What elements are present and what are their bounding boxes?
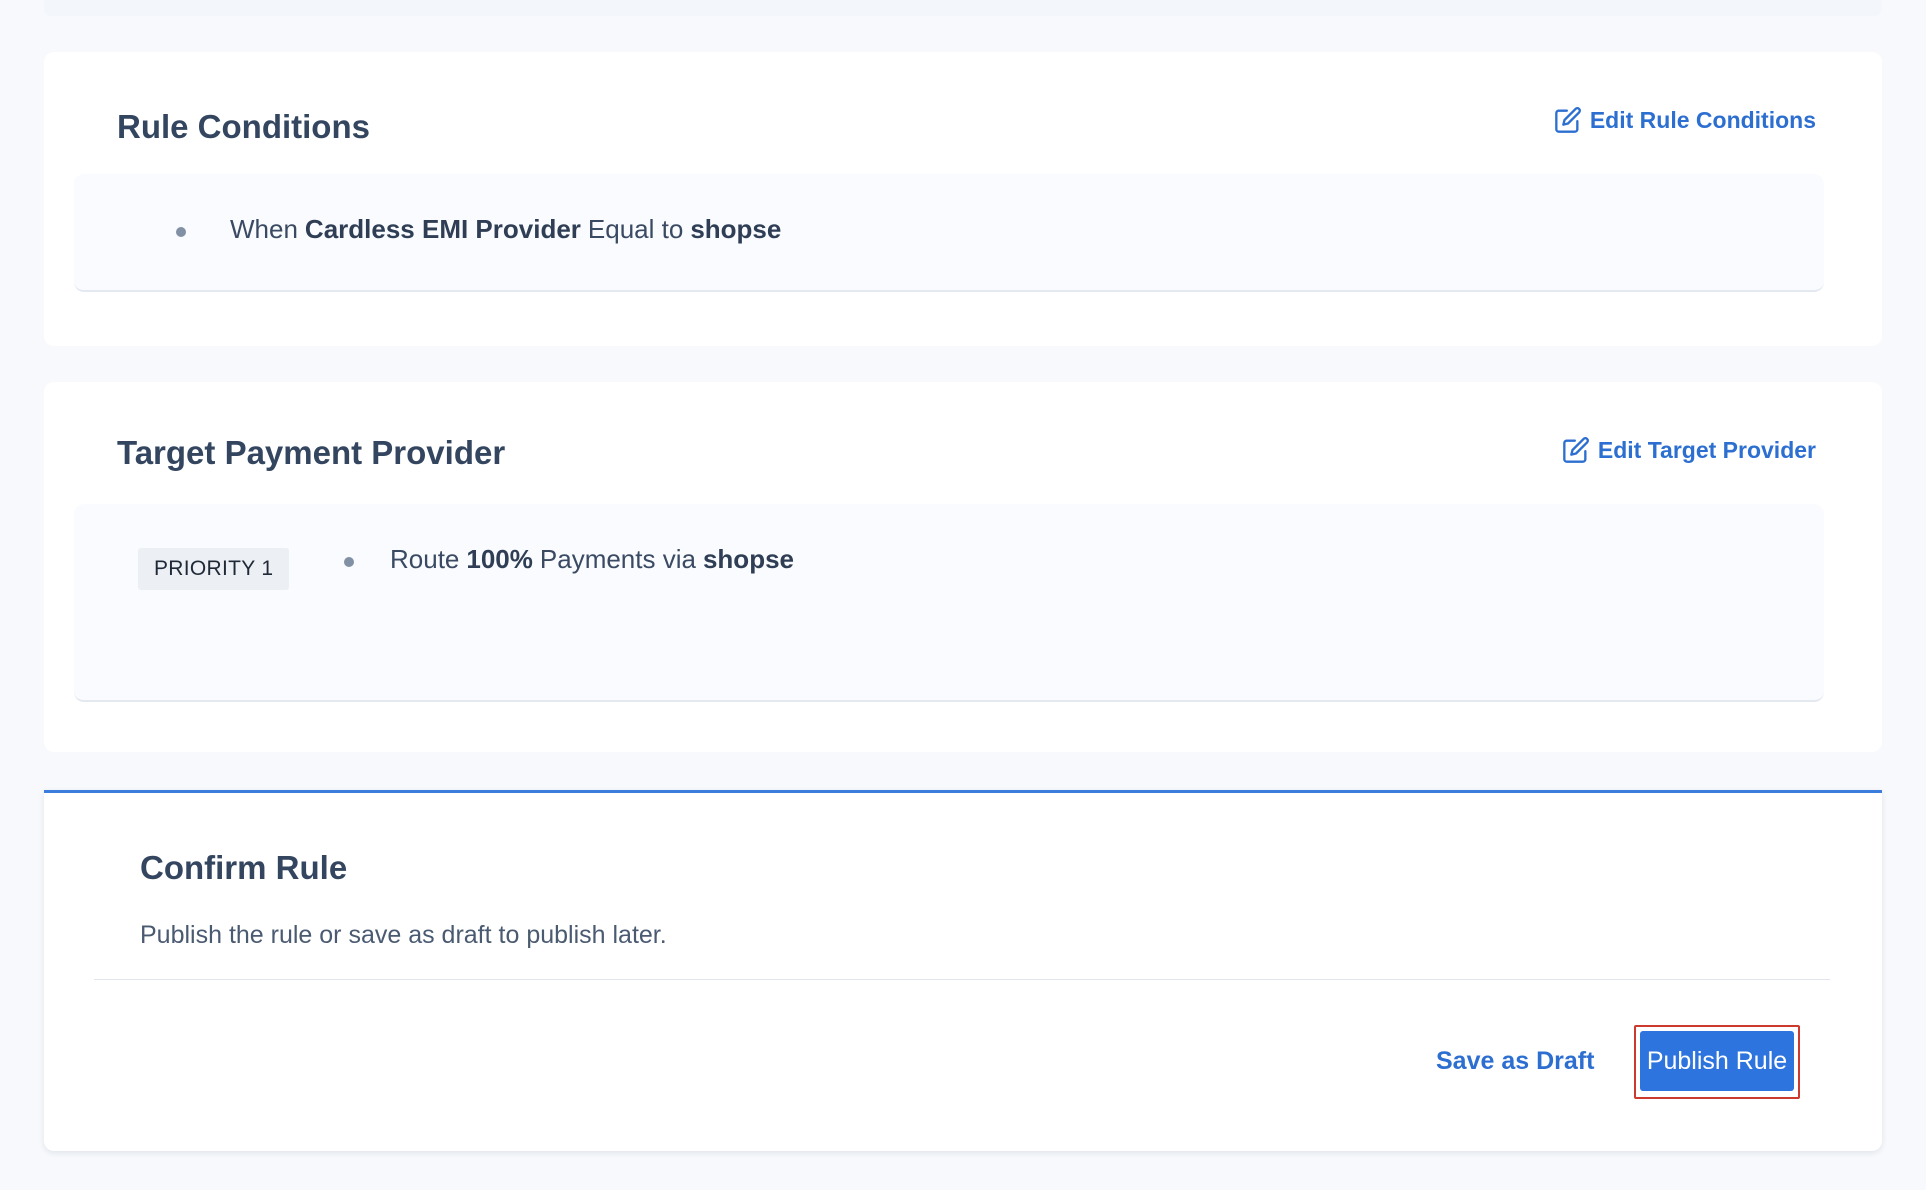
condition-operator: Equal to	[587, 214, 684, 244]
target-provider-card: Target Payment Provider Edit Target Prov…	[44, 382, 1882, 752]
edit-rule-conditions-label: Edit Rule Conditions	[1589, 106, 1816, 133]
route-middle: Payments via	[539, 544, 696, 574]
confirm-rule-title: Confirm Rule	[140, 849, 348, 886]
route-percent: 100%	[466, 544, 533, 574]
confirm-rule-subtitle: Publish the rule or save as draft to pub…	[140, 921, 667, 949]
confirm-rule-card: Confirm Rule Publish the rule or save as…	[44, 790, 1882, 1151]
divider	[94, 979, 1830, 980]
rule-review-page: Rule Conditions Edit Rule Conditions Whe…	[0, 0, 1926, 1190]
route-prefix: Route	[390, 544, 460, 574]
rule-conditions-card: Rule Conditions Edit Rule Conditions Whe…	[44, 52, 1882, 346]
edit-target-provider-link[interactable]: Edit Target Provider	[1562, 436, 1816, 464]
edit-target-provider-label: Edit Target Provider	[1597, 436, 1816, 463]
rule-conditions-panel: When Cardless EMI Provider Equal to shop…	[74, 174, 1824, 292]
bullet-icon	[344, 556, 354, 567]
publish-rule-button[interactable]: Publish Rule	[1640, 1031, 1794, 1091]
previous-card-edge	[44, 0, 1882, 16]
condition-item: When Cardless EMI Provider Equal to shop…	[176, 214, 781, 245]
route-item: Route 100% Payments via shopse	[344, 544, 794, 575]
target-provider-panel: PRIORITY 1 Route 100% Payments via shops…	[74, 504, 1824, 702]
route-provider: shopse	[702, 544, 794, 574]
save-as-draft-button[interactable]: Save as Draft	[1436, 1047, 1594, 1076]
condition-prefix: When	[230, 214, 298, 244]
condition-value: shopse	[690, 214, 782, 244]
priority-badge: PRIORITY 1	[138, 548, 290, 590]
edit-icon	[1563, 437, 1589, 463]
edit-rule-conditions-link[interactable]: Edit Rule Conditions	[1554, 106, 1816, 134]
target-provider-title: Target Payment Provider	[117, 434, 506, 471]
edit-icon	[1555, 107, 1581, 133]
condition-field: Cardless EMI Provider	[304, 214, 581, 244]
bullet-icon	[176, 226, 186, 237]
rule-conditions-title: Rule Conditions	[117, 108, 370, 145]
